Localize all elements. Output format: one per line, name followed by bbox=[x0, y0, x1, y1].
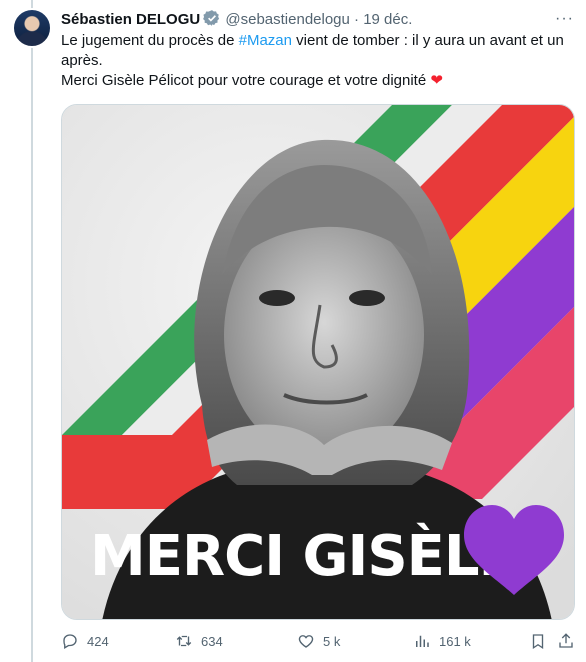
avatar[interactable] bbox=[12, 8, 52, 48]
tweet-text: Le jugement du procès de #Mazan vient de… bbox=[61, 31, 571, 91]
like-icon bbox=[298, 635, 314, 648]
author-handle[interactable]: @sebastiendelogu bbox=[225, 11, 349, 28]
tweet-line-1: Le jugement du procès de #Mazan vient de… bbox=[61, 31, 571, 71]
views-button[interactable]: 161 k bbox=[413, 632, 471, 650]
heart-emoji-icon: ❤ bbox=[430, 72, 443, 89]
thread-line bbox=[31, 0, 33, 662]
bookmark-icon bbox=[532, 634, 544, 650]
reply-button[interactable]: 424 bbox=[61, 632, 109, 650]
share-icon bbox=[559, 633, 573, 648]
reply-icon bbox=[63, 634, 77, 649]
text-before: Le jugement du procès de bbox=[61, 32, 239, 49]
overlay-text: MERCI GISÈLE bbox=[90, 523, 516, 589]
hashtag-link[interactable]: #Mazan bbox=[239, 32, 292, 49]
action-bar: 424 634 5 k 161 k bbox=[61, 630, 575, 654]
repost-count: 634 bbox=[201, 633, 223, 649]
more-icon[interactable]: ··· bbox=[555, 10, 574, 28]
face bbox=[224, 210, 424, 460]
separator: · bbox=[354, 11, 360, 28]
like-button[interactable]: 5 k bbox=[297, 632, 340, 650]
views-icon bbox=[416, 635, 429, 647]
tweet-line-2: Merci Gisèle Pélicot pour votre courage … bbox=[61, 71, 571, 91]
reply-count: 424 bbox=[87, 633, 109, 649]
text-line2: Merci Gisèle Pélicot pour votre courage … bbox=[61, 72, 431, 89]
views-count: 161 k bbox=[439, 633, 471, 649]
repost-icon bbox=[176, 635, 192, 647]
author-name[interactable]: Sébastien DELOGU bbox=[61, 11, 200, 28]
repost-button[interactable]: 634 bbox=[175, 632, 223, 650]
tweet-header: Sébastien DELOGU @sebastiendelogu · 19 d… bbox=[61, 9, 550, 33]
bookmark-button[interactable] bbox=[529, 632, 547, 650]
image-artwork: MERCI GISÈLE bbox=[62, 105, 574, 619]
tweet-image[interactable]: MERCI GISÈLE bbox=[61, 104, 575, 620]
share-button[interactable] bbox=[557, 632, 575, 650]
verified-icon bbox=[203, 9, 221, 33]
tweet-date[interactable]: 19 déc. bbox=[363, 11, 412, 28]
like-count: 5 k bbox=[323, 633, 341, 649]
